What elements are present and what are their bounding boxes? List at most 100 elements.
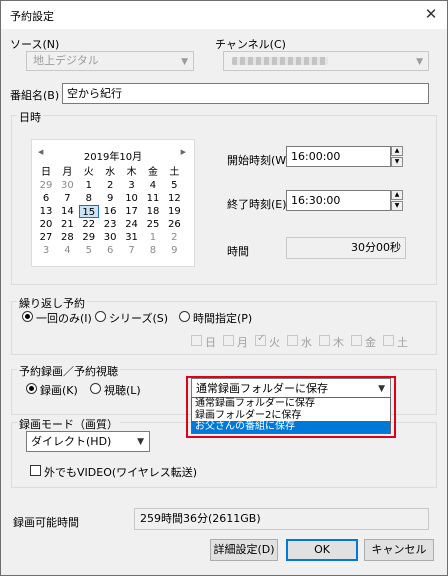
calendar-day[interactable]: 14 (57, 205, 77, 218)
start-time-input[interactable]: 16:00:00 (286, 146, 391, 167)
program-name-input[interactable]: 空から紀行 (62, 83, 429, 104)
highlight-box (186, 376, 396, 438)
watch-radio[interactable] (90, 383, 101, 394)
spin-up-icon[interactable]: ▲ (391, 190, 403, 200)
calendar-day[interactable]: 24 (122, 218, 142, 231)
calendar-day[interactable]: 13 (36, 205, 56, 218)
chevron-down-icon: ▼ (137, 437, 144, 447)
cancel-button[interactable]: キャンセル (364, 539, 434, 561)
calendar-day[interactable]: 28 (57, 231, 77, 244)
datetime-group-title: 日時 (17, 109, 43, 125)
detail-settings-button[interactable]: 詳細設定(D) (210, 539, 278, 561)
calendar-day[interactable]: 30 (57, 179, 77, 192)
chevron-down-icon: ▼ (181, 57, 188, 67)
record-label[interactable]: 録画(K) (40, 382, 78, 398)
calendar-weekday: 水 (105, 167, 116, 178)
duration-value: 30分00秒 (286, 237, 406, 259)
calendar-day[interactable]: 2 (164, 231, 184, 244)
weekday-label: 月 (237, 336, 248, 349)
calendar-day[interactable]: 8 (79, 192, 99, 205)
weekday-checkbox (287, 335, 298, 346)
calendar-day[interactable]: 19 (164, 205, 184, 218)
calendar-weekday-row: 日月火水木金土 (36, 166, 192, 179)
calendar-day[interactable]: 16 (100, 205, 120, 218)
close-icon[interactable]: ✕ (421, 4, 441, 24)
calendar-day[interactable]: 5 (164, 179, 184, 192)
repeat-once-label[interactable]: 一回のみ(I) (36, 310, 92, 326)
calendar-day[interactable]: 4 (57, 244, 77, 257)
calendar-day[interactable]: 27 (36, 231, 56, 244)
calendar-weekday: 日 (41, 167, 51, 178)
start-time-spinner[interactable]: ▲ ▼ (391, 146, 403, 167)
repeat-once-radio[interactable] (22, 311, 33, 322)
calendar-day[interactable]: 11 (143, 192, 163, 205)
calendar-day[interactable]: 10 (122, 192, 142, 205)
weekday-checkbox (383, 335, 394, 346)
dialog-window: 予約設定 ✕ ソース(N) 地上デジタル ▼ チャンネル(C) ▼ 番組名(B)… (0, 0, 448, 576)
calendar-day[interactable]: 25 (143, 218, 163, 231)
calendar-day[interactable]: 29 (36, 179, 56, 192)
calendar-day[interactable]: 17 (122, 205, 142, 218)
repeat-series-radio[interactable] (95, 311, 106, 322)
calendar-day[interactable]: 26 (164, 218, 184, 231)
calendar-month: 2019年10月 (83, 152, 143, 163)
calendar-day[interactable]: 23 (100, 218, 120, 231)
record-mode-select[interactable]: ダイレクト(HD) ▼ (26, 431, 150, 452)
repeat-time-radio[interactable] (179, 311, 190, 322)
calendar-day[interactable]: 29 (79, 231, 99, 244)
calendar-day[interactable]: 9 (100, 192, 120, 205)
record-radio[interactable] (26, 383, 37, 394)
calendar-day[interactable]: 7 (122, 244, 142, 257)
calendar-day[interactable]: 8 (143, 244, 163, 257)
outdoor-video-label[interactable]: 外でもVIDEO(ワイヤレス転送) (44, 464, 197, 480)
repeat-series-label[interactable]: シリーズ(S) (109, 310, 168, 326)
calendar-week-row: 20 21 22 23 24 25 26 (36, 218, 192, 231)
calendar-day[interactable]: 5 (79, 244, 99, 257)
record-mode-value: ダイレクト(HD) (31, 435, 112, 448)
calendar-weekday: 木 (126, 167, 137, 178)
end-time-label: 終了時刻(E) (227, 198, 287, 211)
end-time-spinner[interactable]: ▲ ▼ (391, 190, 403, 211)
program-label: 番組名(B) (10, 89, 60, 102)
outdoor-video-checkbox[interactable] (30, 465, 41, 476)
calendar-next-icon[interactable]: ▶ (181, 148, 186, 156)
calendar-day[interactable]: 30 (100, 231, 120, 244)
repeat-time-label[interactable]: 時間指定(P) (193, 310, 252, 326)
calendar-day[interactable]: 20 (36, 218, 56, 231)
weekday-label: 木 (333, 336, 344, 349)
calendar-day[interactable]: 22 (79, 218, 99, 231)
end-time-input[interactable]: 16:30:00 (286, 190, 391, 211)
spin-down-icon[interactable]: ▼ (391, 157, 403, 167)
calendar-day[interactable]: 15 (78, 205, 99, 218)
source-select: 地上デジタル ▼ (26, 51, 194, 71)
spin-down-icon[interactable]: ▼ (391, 201, 403, 211)
calendar-day[interactable]: 1 (79, 179, 99, 192)
calendar-day[interactable]: 21 (57, 218, 77, 231)
calendar-day[interactable]: 3 (122, 179, 142, 192)
calendar-day[interactable]: 6 (36, 192, 56, 205)
check-icon: ✓ (257, 333, 266, 344)
watch-label[interactable]: 視聴(L) (104, 382, 141, 398)
calendar-day[interactable]: 4 (143, 179, 163, 192)
ok-button[interactable]: OK (286, 539, 358, 561)
channel-select: ▼ (223, 51, 429, 71)
calendar-day[interactable]: 3 (36, 244, 56, 257)
calendar-day[interactable]: 1 (143, 231, 163, 244)
weekday-label: 金 (365, 336, 376, 349)
calendar-day[interactable]: 9 (164, 244, 184, 257)
calendar-weekday: 金 (147, 167, 158, 178)
title-bar: 予約設定 ✕ (1, 1, 447, 29)
calendar[interactable]: ◀ 2019年10月 ▶ 日月火水木金土 29 30 1 2 3 4 5 6 7 8 9 10 11 12 1… (31, 139, 195, 267)
calendar-day[interactable]: 7 (57, 192, 77, 205)
calendar-day[interactable]: 31 (122, 231, 142, 244)
calendar-day[interactable]: 6 (100, 244, 120, 257)
calendar-day[interactable]: 12 (164, 192, 184, 205)
available-time-value: 259時間36分(2611GB) (134, 508, 429, 530)
calendar-week-row: 13 14 15 16 17 18 19 (36, 205, 192, 218)
calendar-day[interactable]: 2 (100, 179, 120, 192)
weekday-checkbox (223, 335, 234, 346)
calendar-week-row: 6 7 8 9 10 11 12 (36, 192, 192, 205)
channel-value-redacted (232, 57, 328, 65)
calendar-day[interactable]: 18 (143, 205, 163, 218)
spin-up-icon[interactable]: ▲ (391, 146, 403, 156)
